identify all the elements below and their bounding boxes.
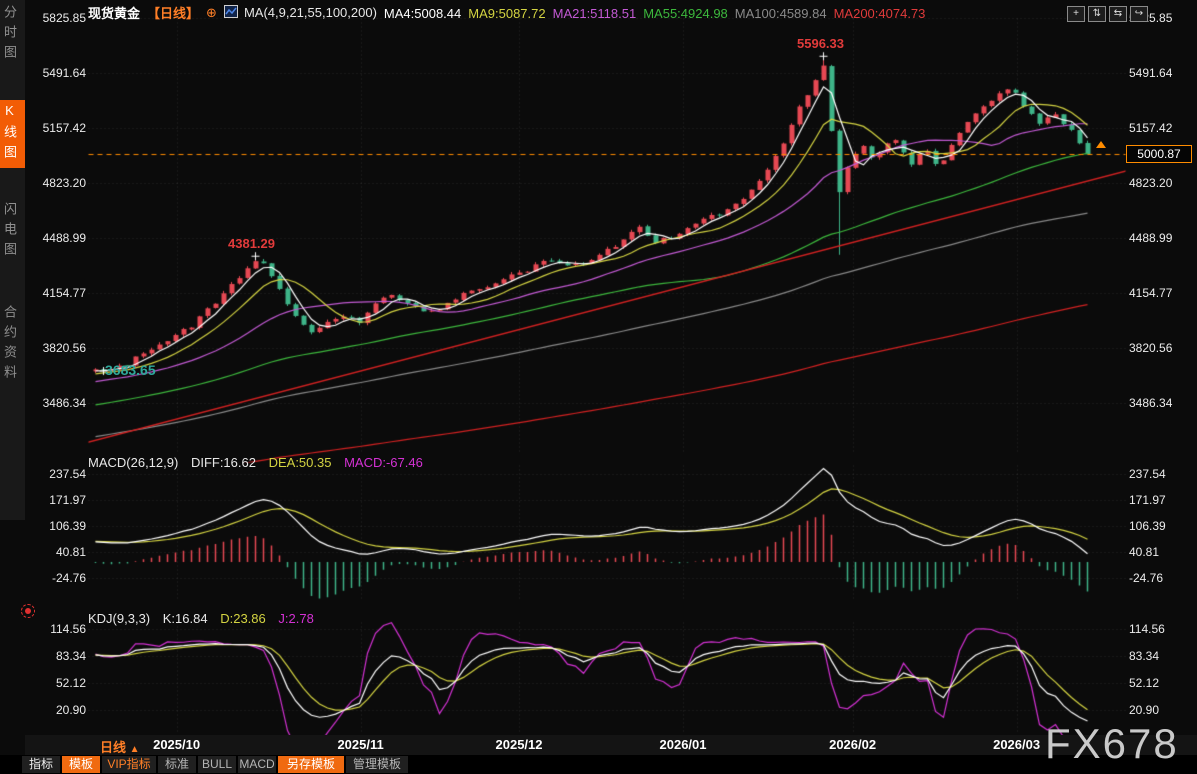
ma-value-label: MA200:4074.73 <box>834 6 926 21</box>
ma-values: MA4:5008.44 MA9:5087.72 MA21:5118.51 MA55:4… <box>384 4 932 19</box>
axis-tick-label: 114.56 <box>28 622 86 636</box>
toolbar-standard-button[interactable]: 标准 <box>158 756 196 773</box>
axis-tick-label: 171.97 <box>28 493 86 507</box>
kdj-title[interactable]: KDJ(9,3,3) <box>88 611 150 626</box>
price-chart-canvas[interactable] <box>0 0 1197 774</box>
ma-value-label: MA9:5087.72 <box>468 6 545 21</box>
toolbar-macd-button[interactable]: MACD <box>238 756 276 773</box>
ma-params-label: MA(4,9,21,55,100,200) <box>244 5 377 20</box>
date-label: 2026/02 <box>829 737 876 752</box>
scale-vertical-icon[interactable]: ⇅ <box>1088 6 1106 22</box>
window-icons: +⇅⇆↪ <box>1064 3 1148 22</box>
kdj-pane-header: KDJ(9,3,3) K:16.84 D:23.86 J:2.78 <box>88 611 323 626</box>
axis-tick-label: 5157.42 <box>28 121 86 135</box>
date-label: 2026/03 <box>993 737 1040 752</box>
toolbar-templates-button[interactable]: 模板 <box>62 756 100 773</box>
axis-tick-label: 5825.85 <box>28 11 86 25</box>
axis-tick-label: 3486.34 <box>1129 396 1172 410</box>
axis-tick-label: -24.76 <box>1129 571 1163 585</box>
kdj-k-value: K:16.84 <box>163 611 208 626</box>
axis-tick-label: 4823.20 <box>1129 176 1172 190</box>
axis-tick-label: 40.81 <box>28 545 86 559</box>
axis-tick-label: -24.76 <box>28 571 86 585</box>
axis-tick-label: 237.54 <box>1129 467 1166 481</box>
toolbar-save-template-button[interactable]: 另存模板 <box>278 756 344 773</box>
timeframe-label[interactable]: 【日线】 <box>147 6 199 21</box>
axis-tick-label: 4488.99 <box>28 231 86 245</box>
macd-hist-value: MACD:-67.46 <box>344 455 423 470</box>
date-label: 2025/10 <box>153 737 200 752</box>
period-low-annotation: 3683.65 <box>105 362 156 378</box>
axis-tick-label: 3820.56 <box>28 341 86 355</box>
macd-pane-header: MACD(26,12,9) DIFF:16.62 DEA:50.35 MACD:… <box>88 455 432 470</box>
axis-tick-label: 3820.56 <box>1129 341 1172 355</box>
swing-high-annotation: 4381.29 <box>228 236 275 251</box>
ma-value-label: MA21:5118.51 <box>553 6 637 21</box>
macd-title[interactable]: MACD(26,12,9) <box>88 455 178 470</box>
axis-tick-label: 5491.64 <box>28 66 86 80</box>
toolbar-vip-indicators-button[interactable]: VIP指标 <box>102 756 156 773</box>
axis-tick-label: 40.81 <box>1129 545 1159 559</box>
scale-horizontal-icon[interactable]: ⇆ <box>1109 6 1127 22</box>
macd-dea-value: DEA:50.35 <box>269 455 332 470</box>
axis-tick-label: 4823.20 <box>28 176 86 190</box>
toolbar-bull-button[interactable]: BULL <box>198 756 236 773</box>
axis-tick-label: 4488.99 <box>1129 231 1172 245</box>
chart-application: 分时图 K线图 闪电图 合约资料 现货黄金【日线】 ⊕ MA(4,9,21,55,1… <box>0 0 1197 774</box>
ma-value-label: MA4:5008.44 <box>384 6 461 21</box>
add-overlay-icon[interactable]: ⊕ <box>206 5 217 20</box>
date-label: 2026/01 <box>660 737 707 752</box>
symbol-name[interactable]: 现货黄金 <box>88 6 140 21</box>
axis-tick-label: 52.12 <box>28 676 86 690</box>
axis-tick-label: 83.34 <box>1129 649 1159 663</box>
export-chart-icon[interactable]: ↪ <box>1130 6 1148 22</box>
date-axis-row: 日线 ▲ 2025/10 2025/11 2025/12 2026/01 2026/02… <box>25 735 1197 755</box>
kdj-j-value: J:2.78 <box>278 611 313 626</box>
price-alert-icon[interactable] <box>1096 141 1106 148</box>
toolbar-indicators-button[interactable]: 指标 <box>22 756 60 773</box>
axis-tick-label: 4154.77 <box>1129 286 1172 300</box>
pan-move-icon[interactable]: + <box>1067 6 1085 22</box>
axis-tick-label: 4154.77 <box>28 286 86 300</box>
axis-tick-label: 5491.64 <box>1129 66 1172 80</box>
date-label: 2025/11 <box>337 737 383 752</box>
sidebar-item-flash-chart[interactable]: 闪电图 <box>0 202 25 262</box>
period-high-annotation: 5596.33 <box>797 36 844 51</box>
timeframe-selector[interactable]: 日线 ▲ <box>100 737 140 756</box>
axis-tick-label: 106.39 <box>28 519 86 533</box>
axis-tick-label: 5157.42 <box>1129 121 1172 135</box>
axis-tick-label: 171.97 <box>1129 493 1166 507</box>
ma-value-label: MA100:4589.84 <box>735 6 827 21</box>
current-price-label: 5000.87 <box>1126 145 1192 163</box>
axis-tick-label: 20.90 <box>28 703 86 717</box>
axis-tick-label: 114.56 <box>1129 622 1165 636</box>
axis-tick-label: 83.34 <box>28 649 86 663</box>
ma-value-label: MA55:4924.98 <box>643 6 728 21</box>
bottom-toolbar: 指标 模板 VIP指标 标准 BULL MACD 另存模板 管理模板 <box>0 755 1197 774</box>
chart-header: 现货黄金【日线】 ⊕ MA(4,9,21,55,100,200) MA4:5008.4… <box>88 3 939 19</box>
sidebar-item-time-chart[interactable]: 分时图 <box>0 5 25 65</box>
sidebar-item-contract-info[interactable]: 合约资料 <box>0 305 25 385</box>
live-indicator-icon <box>21 604 35 618</box>
toolbar-manage-templates-button[interactable]: 管理模板 <box>346 756 408 773</box>
sidebar-item-kline-chart[interactable]: K线图 <box>0 100 25 168</box>
mini-chart-icon <box>224 5 238 18</box>
axis-tick-label: 52.12 <box>1129 676 1159 690</box>
axis-tick-label: 20.90 <box>1129 703 1159 717</box>
kdj-d-value: D:23.86 <box>220 611 266 626</box>
left-sidebar: 分时图 K线图 闪电图 合约资料 <box>0 0 25 520</box>
axis-tick-label: 3486.34 <box>28 396 86 410</box>
axis-tick-label: 237.54 <box>28 467 86 481</box>
macd-diff-value: DIFF:16.62 <box>191 455 256 470</box>
date-label: 2025/12 <box>496 737 543 752</box>
watermark: FX678 <box>1045 720 1179 768</box>
axis-tick-label: 106.39 <box>1129 519 1166 533</box>
